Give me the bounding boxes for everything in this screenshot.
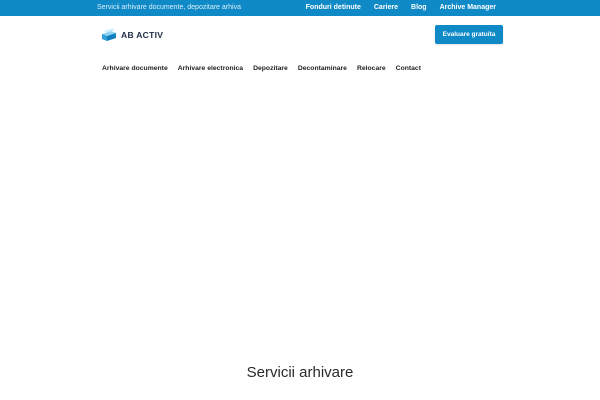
nav-item-decontaminare[interactable]: Decontaminare [298,64,347,74]
top-link-blog[interactable]: Blog [411,3,427,13]
free-evaluation-button[interactable]: Evaluare gratuita [435,25,503,44]
nav-item-relocare[interactable]: Relocare [357,64,386,74]
nav-item-depozitare[interactable]: Depozitare [253,64,288,74]
site-logo[interactable]: AB ACTIV [101,27,163,43]
top-bar-links: Fonduri detinute Cariere Blog Archive Ma… [306,3,496,13]
logo-icon [102,28,116,41]
top-link-cariere[interactable]: Cariere [374,3,398,13]
nav-item-arhivare-documente[interactable]: Arhivare documente [102,64,168,74]
main-nav: Arhivare documente Arhivare electronica … [102,64,421,74]
logo-text: AB ACTIV [121,30,164,40]
top-link-fonduri-detinute[interactable]: Fonduri detinute [306,3,361,13]
top-link-archive-manager[interactable]: Archive Manager [440,3,496,13]
section-title: Servicii arhivare [246,364,354,381]
top-bar: Servicii arhivare documente, depozitare … [0,0,600,16]
nav-item-arhivare-electronica[interactable]: Arhivare electronica [178,64,243,74]
top-bar-tagline: Servicii arhivare documente, depozitare … [97,4,241,11]
nav-item-contact[interactable]: Contact [396,64,421,74]
hero-area [0,84,600,354]
